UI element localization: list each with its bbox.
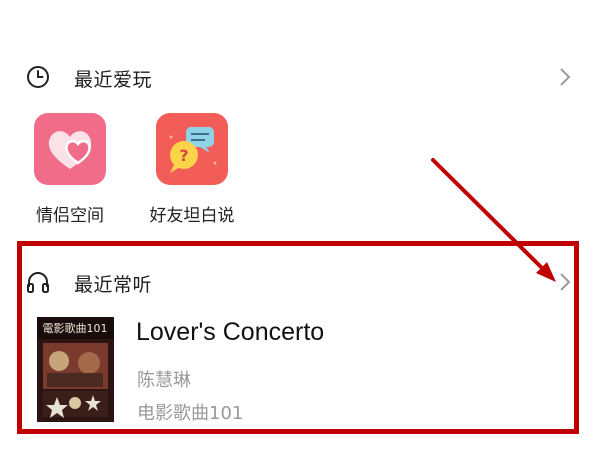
annotation-arrow xyxy=(431,158,556,282)
